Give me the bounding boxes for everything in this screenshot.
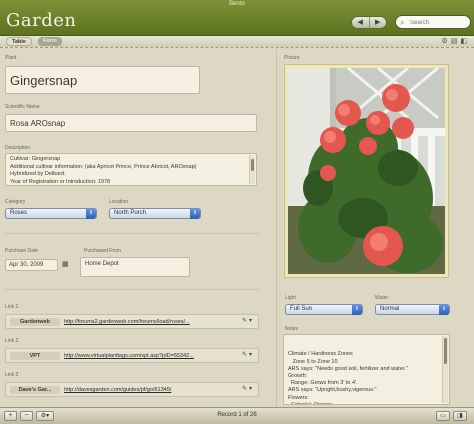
water-popup[interactable]: Normal ⇕	[375, 304, 450, 315]
chevron-updown-icon: ⇕	[190, 208, 200, 219]
category-popup[interactable]: Roses ⇕	[5, 208, 97, 219]
section-divider	[5, 233, 260, 234]
notes-label: Notes	[285, 326, 299, 332]
rose-photo-image	[288, 68, 445, 274]
view-options: ⚙▤◧	[441, 37, 470, 45]
record-status: Record 1 of 26	[217, 412, 257, 418]
link-actions: ✎▾	[242, 317, 254, 324]
record-navigation: ◀ ▶	[351, 16, 387, 29]
chevron-updown-icon: ⇕	[352, 304, 362, 315]
link-url[interactable]: http://www.virtualplanttags.com/vpt.asp?…	[64, 352, 228, 360]
scientific-name-label: Scientific Name	[5, 104, 40, 110]
fields-panel-icon[interactable]: ▭	[436, 411, 450, 421]
search-box: ⌕	[395, 15, 471, 29]
category-value: Roses	[10, 210, 28, 216]
plant-label: Plant	[5, 55, 17, 61]
edit-icon[interactable]: ✎	[242, 352, 249, 358]
search-icon: ⌕	[400, 18, 405, 27]
description-line: Year of Registration or Introduction: 19…	[10, 178, 111, 185]
form-view: Plant Gingersnap Scientific Name Rosa AR…	[0, 49, 474, 407]
purchased-from-field[interactable]: Home Depot	[80, 257, 190, 277]
description-line: Cultivar: Gingersnap	[10, 156, 61, 162]
title-bar: Bento Garden ◀ ▶ ⌕	[0, 0, 474, 36]
chevron-updown-icon: ⇕	[86, 208, 96, 219]
water-value: Normal	[380, 306, 400, 312]
link-actions: ✎▾	[242, 351, 254, 358]
link-label: Link 2	[5, 338, 19, 344]
library-title: Garden	[6, 10, 77, 31]
view-tab-strip: Table Form ⚙▤◧	[0, 36, 474, 48]
description-line: Hybridized by Delbard.	[10, 171, 66, 177]
section-divider	[5, 289, 260, 290]
column-divider	[276, 49, 277, 407]
window-title: Bento	[229, 1, 245, 7]
description-label: Description	[5, 145, 31, 151]
category-label: Category	[5, 199, 26, 205]
location-popup[interactable]: North Porch ⇕	[109, 208, 201, 219]
light-popup[interactable]: Full Sun ⇕	[285, 304, 363, 315]
link-row: VPT http://www.virtualplanttags.com/vpt.…	[5, 348, 259, 363]
link-url[interactable]: http://davesgarden.com/guides/pf/go/6134…	[64, 386, 228, 394]
tab-form[interactable]: Form	[38, 37, 62, 46]
picture-label: Picture	[284, 55, 300, 61]
purchased-from-label: Purchased From	[84, 248, 121, 254]
description-line: Additional cultivar information: (aka Ap…	[10, 163, 197, 170]
bottom-toolbar: + − ⚙▾ Record 1 of 26 ▭ ◨	[0, 407, 474, 424]
calendar-icon[interactable]: ▦	[62, 260, 69, 268]
search-input[interactable]	[410, 17, 468, 28]
link-title-field[interactable]: VPT	[10, 352, 60, 360]
link-row: Gardenweb http://forums2.gardenweb.com/f…	[5, 314, 259, 329]
gear-icon[interactable]: ⚙	[441, 38, 450, 45]
edit-icon[interactable]: ✎	[242, 386, 249, 392]
location-label: Location	[109, 199, 128, 205]
purchase-date-label: Purchase Date	[5, 248, 39, 254]
next-record-button[interactable]: ▶	[368, 17, 387, 28]
scientific-name-field[interactable]: Rosa AROsnap	[5, 114, 257, 132]
water-label: Water	[375, 295, 389, 301]
fields-icon[interactable]: ▤	[451, 38, 461, 45]
light-label: Light	[285, 295, 296, 301]
link-actions: ✎▾	[242, 385, 254, 392]
description-scrollbar[interactable]	[249, 155, 255, 184]
library-panel-icon[interactable]: ◨	[453, 411, 467, 421]
link-title-field[interactable]: Gardenweb	[10, 318, 60, 326]
chevron-down-icon[interactable]: ▾	[249, 386, 254, 392]
notes-scrollbar[interactable]	[442, 336, 448, 403]
plant-name-field[interactable]: Gingersnap	[5, 66, 200, 94]
link-row: Dave's Gar... http://davesgarden.com/gui…	[5, 382, 259, 397]
link-label: Link 1	[5, 304, 19, 310]
light-value: Full Sun	[290, 306, 313, 312]
picture-field[interactable]	[284, 64, 449, 278]
link-url[interactable]: http://forums2.gardenweb.com/forums/load…	[64, 318, 228, 326]
description-field[interactable]: Cultivar: Gingersnap Additional cultivar…	[5, 153, 257, 186]
chevron-updown-icon: ⇕	[439, 304, 449, 315]
notes-field[interactable]: Climate / Hardiness Zones Zone 5 to Zone…	[283, 334, 450, 405]
inspector-icon[interactable]: ◧	[460, 38, 470, 45]
previous-record-button[interactable]: ◀	[352, 17, 369, 28]
rose-photo	[288, 68, 445, 274]
chevron-down-icon[interactable]: ▾	[249, 318, 254, 324]
purchase-date-field[interactable]: Apr 30, 2009	[5, 259, 58, 271]
chevron-down-icon[interactable]: ▾	[249, 352, 254, 358]
link-title-field[interactable]: Dave's Gar...	[10, 386, 60, 394]
tab-table[interactable]: Table	[6, 37, 32, 46]
notes-text: Climate / Hardiness Zones Zone 5 to Zone…	[288, 351, 408, 405]
location-value: North Porch	[114, 210, 147, 216]
edit-icon[interactable]: ✎	[242, 318, 249, 324]
link-label: Link 3	[5, 372, 19, 378]
